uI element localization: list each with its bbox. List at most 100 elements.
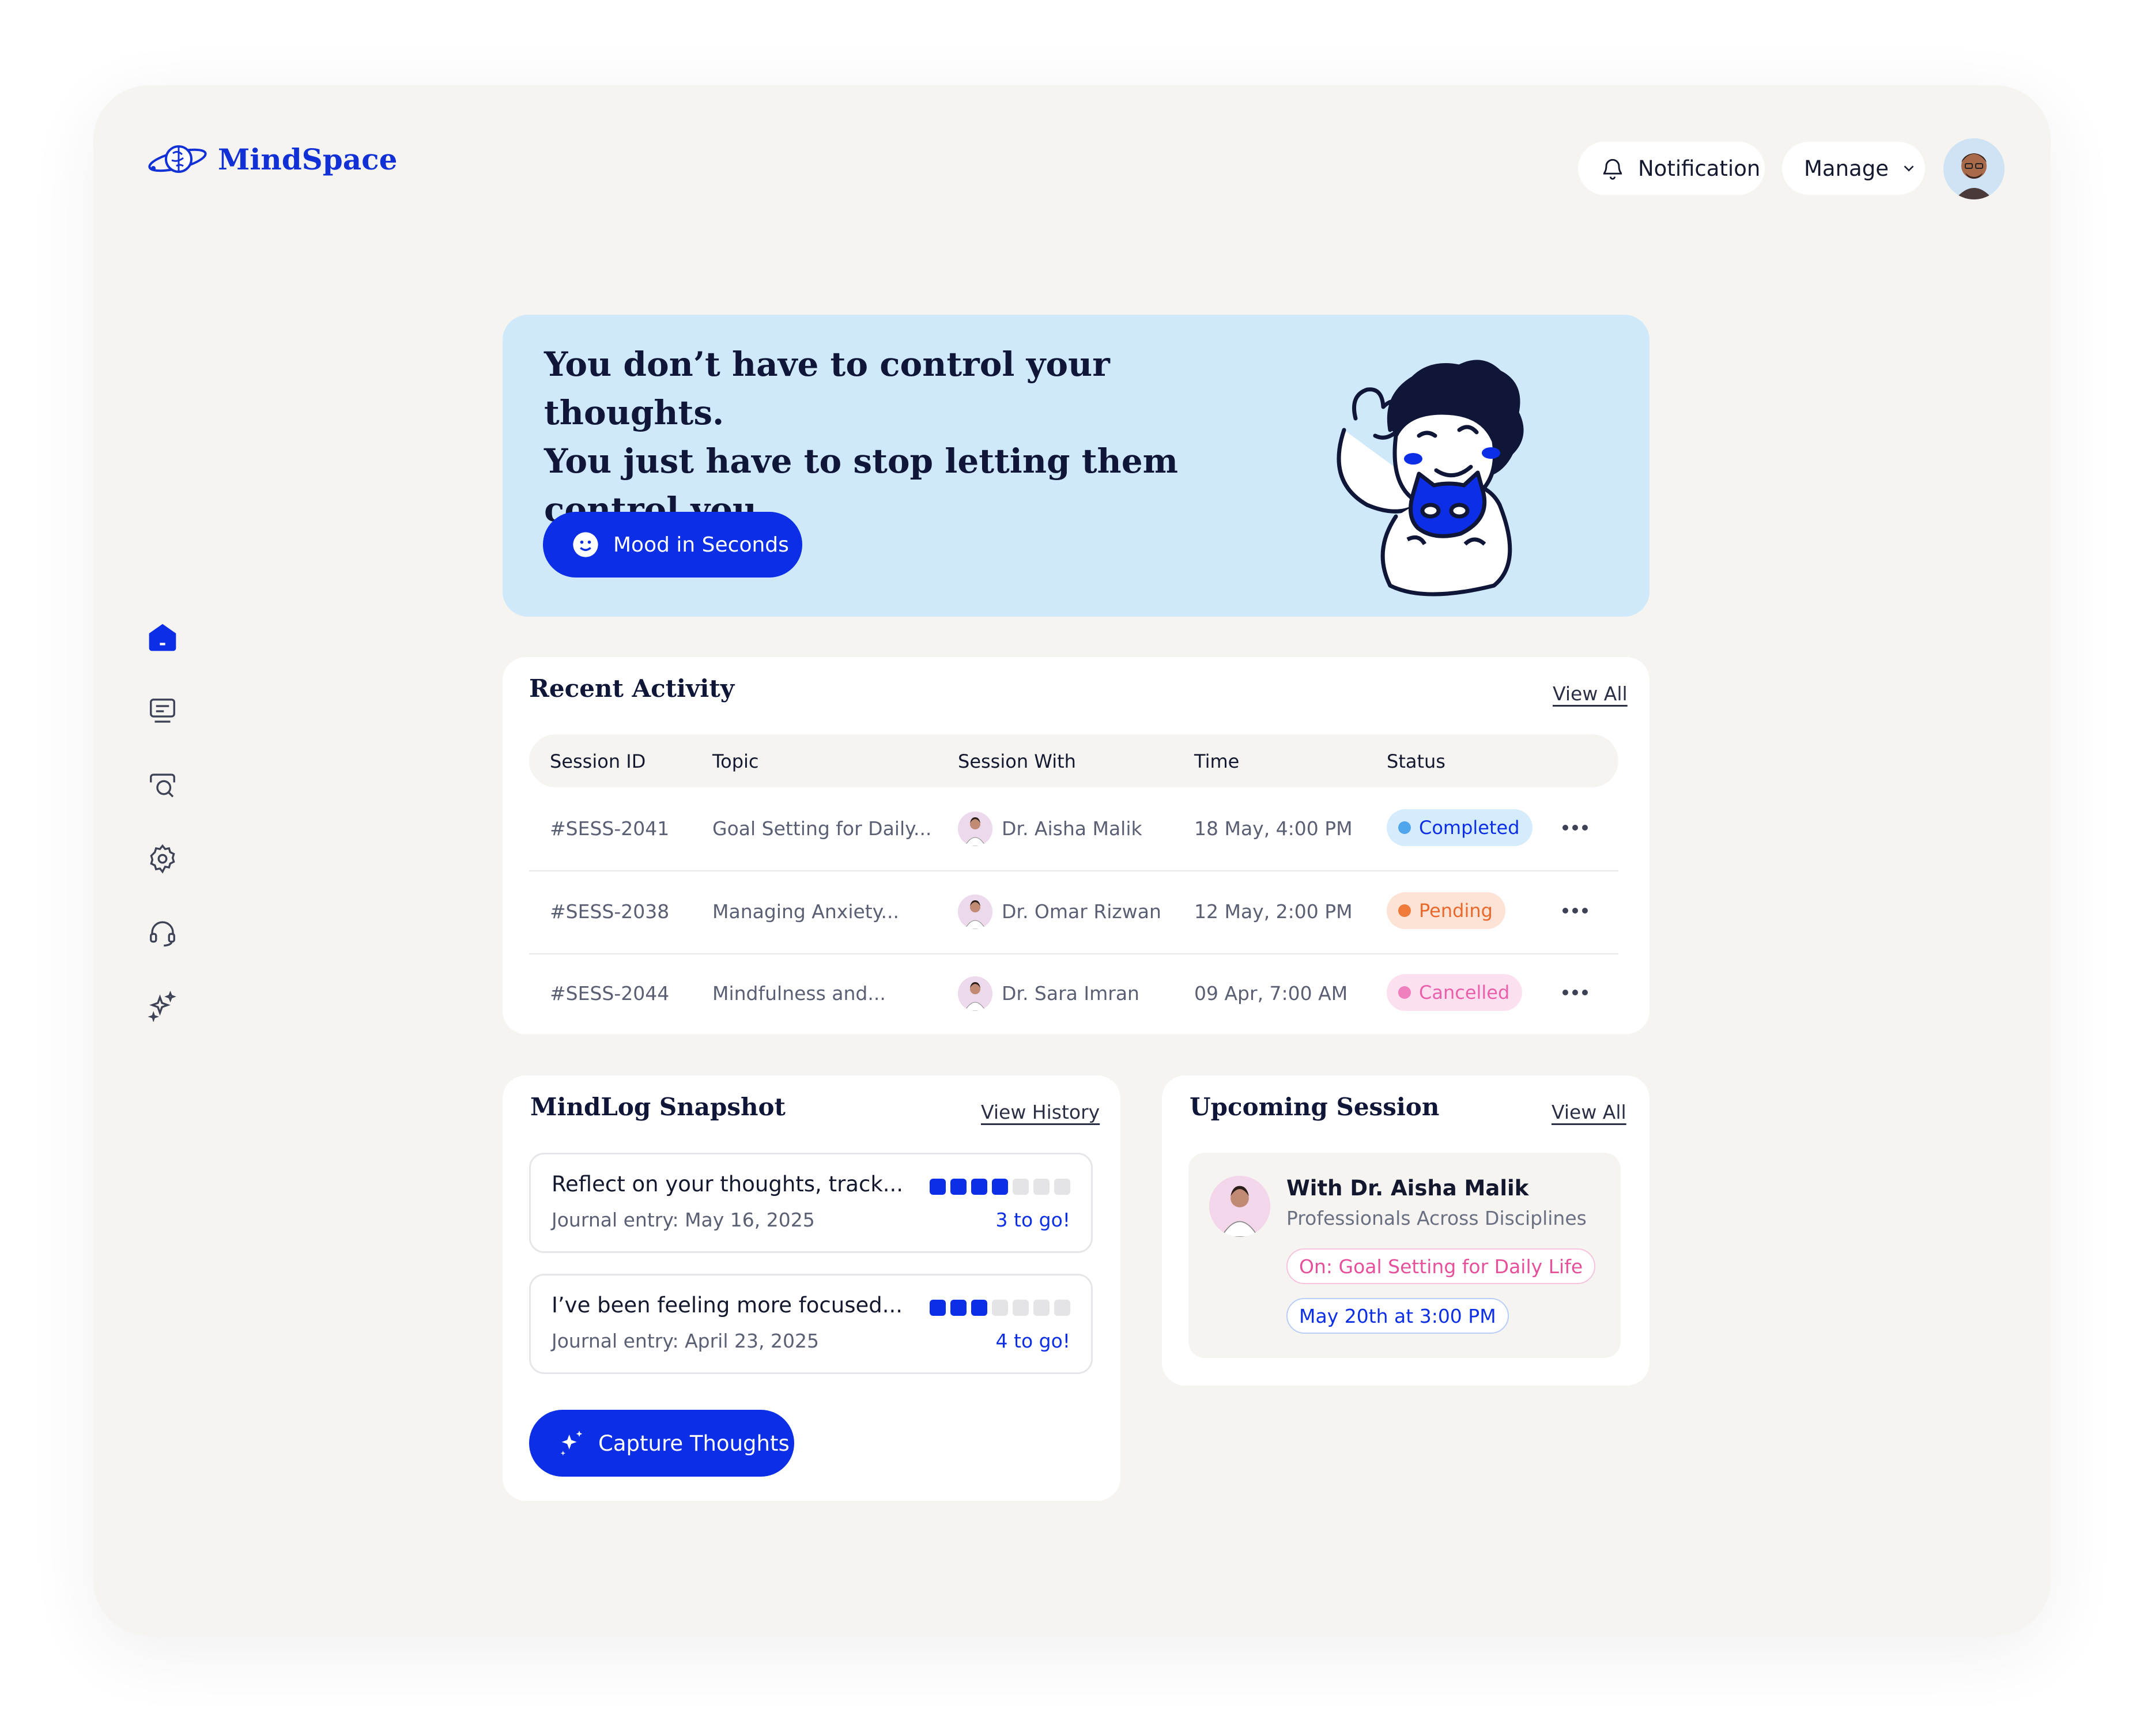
view-all-activity-link[interactable]: View All — [1553, 682, 1628, 705]
session-topic: Goal Setting for Daily... — [712, 817, 932, 840]
session-id: #SESS-2038 — [550, 900, 670, 923]
session-time: 12 May, 2:00 PM — [1194, 900, 1353, 923]
entry-date: Journal entry: April 23, 2025 — [552, 1330, 819, 1352]
session-topic: Managing Anxiety... — [712, 900, 900, 923]
upcoming-session-card: Upcoming Session View All With Dr. Aisha… — [1162, 1075, 1649, 1386]
progress-dot — [1013, 1300, 1029, 1316]
mindlog-title: MindLog Snapshot — [530, 1093, 786, 1121]
chevron-down-icon — [1904, 165, 1914, 172]
brand-name: MindSpace — [218, 142, 398, 176]
manage-label: Manage — [1804, 156, 1889, 181]
column-header[interactable]: Time — [1194, 750, 1239, 772]
manage-dropdown[interactable]: Manage — [1782, 142, 1925, 195]
progress-dot — [950, 1300, 967, 1316]
view-history-link[interactable]: View History — [981, 1101, 1100, 1123]
journal-entry[interactable]: Reflect on your thoughts, track... Journ… — [529, 1153, 1093, 1253]
mindlog-card: MindLog Snapshot View History Reflect on… — [503, 1075, 1120, 1501]
capture-thoughts-button[interactable]: Capture Thoughts — [529, 1410, 794, 1477]
table-header: Session ID Topic Session With Time Statu… — [529, 734, 1618, 787]
session-doctor-role: Professionals Across Disciplines — [1286, 1207, 1587, 1229]
hero-banner: You don’t have to control your thoughts.… — [503, 315, 1649, 617]
brand-logo[interactable]: MindSpace — [145, 138, 397, 180]
session-id: #SESS-2044 — [550, 982, 670, 1005]
view-all-sessions-link[interactable]: View All — [1552, 1101, 1626, 1123]
status-dot — [1398, 904, 1411, 917]
progress-dot — [1054, 1179, 1070, 1195]
session-datetime-chip: May 20th at 3:00 PM — [1286, 1298, 1509, 1334]
character-with-cat-illustration — [1337, 360, 1524, 597]
doctor-avatar-icon — [958, 976, 992, 1011]
journal-entry[interactable]: I’ve been feeling more focused... Journa… — [529, 1274, 1093, 1374]
mood-button-label: Mood in Seconds — [613, 533, 789, 557]
status-dot — [1398, 821, 1411, 834]
progress-dots — [930, 1300, 1070, 1316]
status-badge: Pending — [1387, 892, 1505, 929]
column-header[interactable]: Session With — [958, 750, 1076, 772]
doctor-avatar — [958, 812, 992, 846]
doctor-avatar — [1209, 1176, 1270, 1237]
doctor-avatar-icon — [958, 895, 992, 929]
doctor-avatar-icon — [1209, 1176, 1270, 1237]
session-with: Dr. Aisha Malik — [1002, 817, 1142, 840]
session-doctor: With Dr. Aisha Malik — [1286, 1176, 1529, 1201]
smiley-icon — [573, 532, 598, 557]
progress-dots — [930, 1179, 1070, 1195]
status-badge: Completed — [1387, 809, 1532, 846]
progress-dot — [1054, 1300, 1070, 1316]
sidebar-item-support[interactable] — [145, 915, 180, 950]
progress-dot — [1033, 1300, 1050, 1316]
session-with: Dr. Omar Rizwan — [1002, 900, 1161, 923]
doctor-avatar — [958, 976, 992, 1011]
column-header[interactable]: Topic — [712, 750, 758, 772]
search-chat-icon — [150, 773, 175, 798]
more-options-icon[interactable] — [1561, 987, 1590, 998]
table-row[interactable]: #SESS-2041 Goal Setting for Daily... Dr.… — [529, 788, 1618, 871]
progress-dot — [992, 1300, 1008, 1316]
hero-quote: You don’t have to control your thoughts.… — [544, 340, 1236, 534]
progress-dot — [950, 1179, 967, 1195]
entry-text: I’ve been feeling more focused... — [552, 1293, 903, 1318]
progress-dot — [1013, 1179, 1029, 1195]
home-icon — [149, 624, 176, 651]
sidebar-item-ai[interactable] — [145, 989, 180, 1024]
entry-remaining: 4 to go! — [995, 1330, 1070, 1352]
entry-date: Journal entry: May 16, 2025 — [552, 1209, 815, 1231]
sidebar-item-home[interactable] — [145, 620, 180, 655]
more-options-icon[interactable] — [1561, 905, 1590, 916]
user-avatar[interactable] — [1943, 138, 2005, 199]
headset-icon — [150, 921, 175, 947]
column-header[interactable]: Session ID — [550, 750, 646, 772]
status-label: Pending — [1419, 900, 1493, 922]
recent-activity-card: Recent Activity View All Session ID Topi… — [503, 657, 1649, 1034]
person-avatar-icon — [1943, 138, 2005, 199]
table-row[interactable]: #SESS-2044 Mindfulness and... Dr. Sara I… — [529, 953, 1618, 1035]
table-row[interactable]: #SESS-2038 Managing Anxiety... Dr. Omar … — [529, 871, 1618, 954]
session-details[interactable]: With Dr. Aisha Malik Professionals Acros… — [1188, 1153, 1621, 1358]
progress-dot — [930, 1300, 946, 1316]
sidebar-item-settings[interactable] — [145, 841, 180, 876]
sidebar-item-search[interactable] — [145, 768, 180, 802]
progress-dot — [971, 1300, 987, 1316]
session-time: 18 May, 4:00 PM — [1194, 817, 1353, 840]
progress-dot — [930, 1179, 946, 1195]
more-options-icon[interactable] — [1561, 822, 1590, 833]
hero-quote-line: You don’t have to control your thoughts. — [544, 345, 1110, 432]
brain-orbit-icon — [148, 145, 207, 173]
gear-icon — [150, 844, 175, 874]
session-topic-chip: On: Goal Setting for Daily Life — [1286, 1248, 1596, 1284]
sidebar-item-journal[interactable] — [145, 694, 180, 729]
notification-button[interactable]: Notification — [1578, 142, 1765, 195]
entry-text: Reflect on your thoughts, track... — [552, 1172, 904, 1197]
column-header[interactable]: Status — [1387, 750, 1445, 772]
status-label: Cancelled — [1419, 982, 1510, 1003]
upcoming-session-title: Upcoming Session — [1190, 1093, 1440, 1121]
sparkles-icon — [560, 1431, 583, 1456]
sparkles-icon — [148, 991, 176, 1022]
capture-button-label: Capture Thoughts — [598, 1431, 790, 1456]
status-label: Completed — [1419, 817, 1520, 839]
mood-in-seconds-button[interactable]: Mood in Seconds — [543, 512, 802, 578]
bell-icon — [1603, 158, 1622, 180]
journal-icon — [150, 699, 175, 723]
doctor-avatar-icon — [958, 812, 992, 846]
session-topic: Mindfulness and... — [712, 982, 886, 1005]
